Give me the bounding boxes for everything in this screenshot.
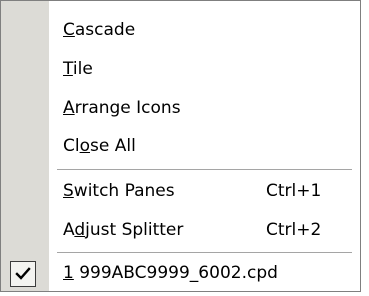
menu-separator	[57, 252, 352, 253]
menu-item-shortcut: Ctrl+1	[266, 181, 322, 201]
menu-item-label: Close All	[63, 136, 136, 156]
menu-item-shortcut: Ctrl+2	[266, 220, 322, 240]
check-box	[10, 261, 36, 287]
menu-item-label: Arrange Icons	[63, 98, 181, 118]
menu-item-label: Switch Panes	[63, 181, 175, 201]
menu-item-label: 1 999ABC9999_6002.cpd	[63, 263, 278, 283]
menu-item-label: Cascade	[63, 20, 136, 40]
menu-item-close-all[interactable]: Close All	[1, 129, 360, 165]
checkmark-icon	[15, 267, 31, 280]
menu-item-label: Tile	[63, 59, 93, 79]
menu-item-switch-panes[interactable]: Switch Panes Ctrl+1	[1, 174, 360, 210]
menu-separator	[57, 169, 352, 170]
menu-item-cascade[interactable]: Cascade	[1, 13, 360, 49]
window-menu: Cascade Tile Arrange Icons Close All Swi…	[0, 0, 361, 292]
menu-item-tile[interactable]: Tile	[1, 52, 360, 88]
menu-item-label: Adjust Splitter	[63, 220, 184, 240]
menu-item-arrange-icons[interactable]: Arrange Icons	[1, 91, 360, 127]
menu-item-adjust-splitter[interactable]: Adjust Splitter Ctrl+2	[1, 213, 360, 249]
menu-item-recent-file-1[interactable]: 1 999ABC9999_6002.cpd	[1, 256, 360, 292]
